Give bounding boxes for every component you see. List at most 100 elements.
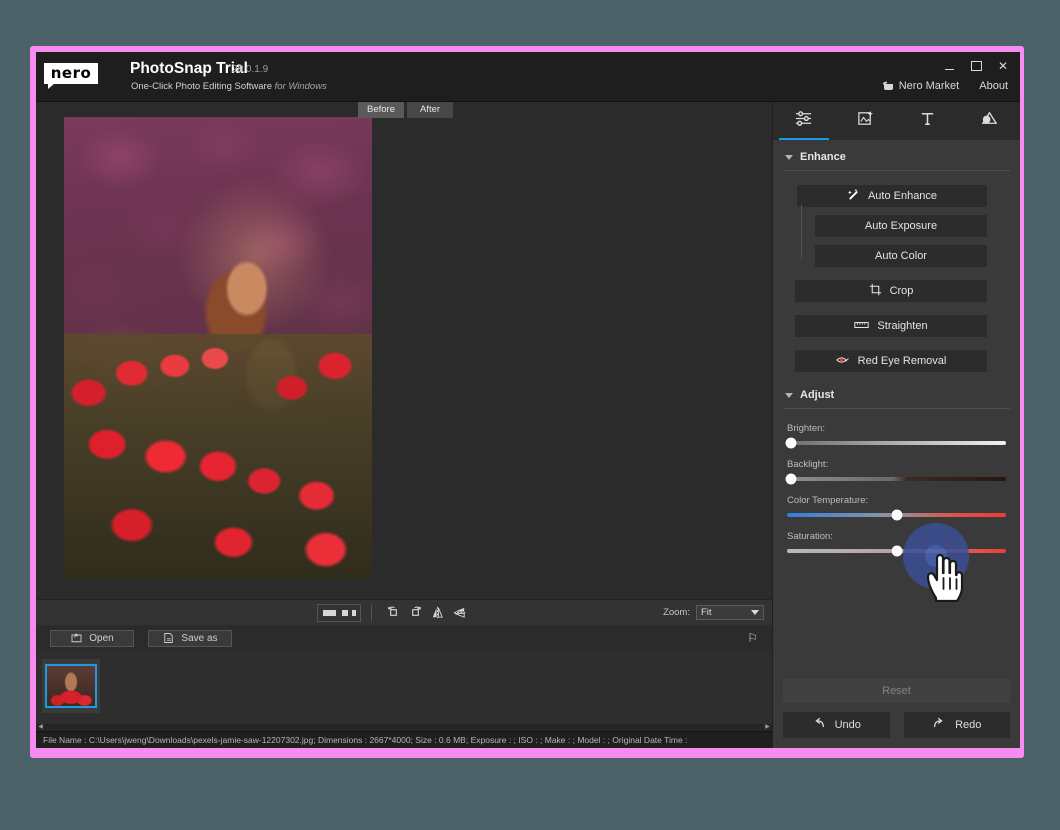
canvas-toolbar: Zoom: Fit [36,599,772,625]
photo-tulip-field [64,334,372,579]
rotate-left-icon[interactable] [382,603,404,623]
slider-brighten-label: Brighten: [787,423,826,434]
save-as-label: Save as [181,632,218,644]
auto-color-button[interactable]: Auto Color [815,245,987,267]
tab-after[interactable]: After [407,102,453,118]
dual-view-icon[interactable] [340,607,358,619]
reset-button[interactable]: Reset [783,679,1010,703]
auto-sub-group: Auto Exposure Auto Color [783,205,1010,267]
tools-panel: Enhance Auto Enhance Auto Exposure Auto … [772,102,1020,748]
slider-brighten: Brighten: [783,423,1010,449]
slider-brighten-thumb[interactable] [785,437,797,449]
close-icon[interactable]: ✕ [996,59,1010,73]
chevron-down-icon [751,610,759,615]
toolbar-divider [371,604,372,621]
flip-vertical-icon[interactable] [448,603,470,623]
section-adjust-header[interactable]: Adjust [783,389,1010,409]
red-eye-removal-button[interactable]: Red Eye Removal [795,350,987,372]
zoom-value: Fit [701,607,712,618]
slider-brighten-track[interactable] [785,437,1006,449]
app-subtitle: One-Click Photo Editing Software for Win… [131,81,327,92]
sliders-icon [794,109,813,133]
scroll-left-icon[interactable]: ◀ [36,724,45,731]
redo-label: Redo [955,719,982,731]
file-action-row: Open Save as ⚐ [36,625,772,651]
auto-color-label: Auto Color [875,250,927,262]
straighten-label: Straighten [877,320,928,332]
view-mode-group [317,603,361,622]
tab-mask[interactable] [958,102,1020,140]
undo-button[interactable]: Undo [783,712,890,738]
zoom-control: Zoom: Fit [663,605,764,620]
single-view-icon[interactable] [320,607,338,619]
cart-icon [883,82,894,91]
save-as-button[interactable]: Save as [148,629,232,647]
tab-text[interactable] [897,102,959,140]
photo-preview[interactable] [64,117,372,579]
crop-label: Crop [889,285,914,297]
maximize-icon[interactable] [969,59,983,73]
slider-saturation-track[interactable] [787,545,1006,557]
app-version: 26.0.1.9 [232,64,269,75]
title-bar: nero PhotoSnap Trial 26.0.1.9 One-Click … [36,52,1020,102]
before-after-tabs: Before After [358,102,453,118]
panel-tab-bar [773,102,1020,140]
slider-saturation: Saturation: [783,531,1010,557]
crop-button[interactable]: Crop [795,280,987,302]
filmstrip-item[interactable] [42,659,100,713]
image-sparkle-icon [856,109,875,133]
scroll-right-icon[interactable]: ▶ [763,724,772,731]
redo-button[interactable]: Redo [903,712,1010,738]
auto-exposure-label: Auto Exposure [864,220,938,232]
photo-image [64,117,372,579]
tab-adjustments[interactable] [773,102,835,140]
nero-market-link[interactable]: Nero Market [883,80,960,92]
straighten-button[interactable]: Straighten [795,315,987,337]
panel-content: Enhance Auto Enhance Auto Exposure Auto … [773,140,1020,679]
slider-color-temperature-track[interactable] [787,509,1006,521]
app-title: PhotoSnap Trial [130,60,248,77]
auto-enhance-button[interactable]: Auto Enhance [797,185,987,207]
filmstrip-scrollbar[interactable]: ◀ ▶ [36,724,772,731]
slider-backlight: Backlight: [783,459,1010,485]
undo-label: Undo [834,719,861,731]
pin-icon[interactable]: ⚐ [747,631,758,645]
section-enhance-header[interactable]: Enhance [783,151,1010,171]
rotate-right-icon[interactable] [404,603,426,623]
open-label: Open [89,632,114,644]
panel-footer: Reset Undo Redo [773,679,1020,748]
canvas-empty-region [406,102,772,599]
auto-enhance-label: Auto Enhance [867,190,938,202]
about-link[interactable]: About [979,80,1008,92]
chevron-down-icon [785,392,793,398]
filmstrip: ◀ ▶ [36,651,772,731]
auto-exposure-button[interactable]: Auto Exposure [815,215,987,237]
slider-color-temperature-thumb[interactable] [891,509,902,521]
red-eye-icon [835,354,850,369]
title-menu: Nero Market About [883,80,1008,92]
screen-root: nero PhotoSnap Trial 26.0.1.9 One-Click … [0,0,1060,830]
app-subtitle-platform: for Windows [274,81,327,92]
zoom-select[interactable]: Fit [696,605,764,620]
window-controls: ✕ [942,59,1010,73]
undo-arrow-icon [812,717,826,733]
nero-logo: nero [44,63,98,89]
text-icon [918,109,937,133]
nero-market-label: Nero Market [898,80,960,92]
magic-wand-icon [847,188,860,204]
flip-horizontal-icon[interactable] [426,603,448,623]
slider-saturation-thumb[interactable] [891,545,902,557]
minimize-icon[interactable] [942,59,956,73]
mask-shape-icon [980,109,999,133]
slider-backlight-thumb[interactable] [785,473,797,485]
tab-before[interactable]: Before [358,102,404,118]
window-body: Before After Zoom: Fit Open Save as ⚐ ◀ … [36,102,1020,748]
open-button[interactable]: Open [50,629,134,647]
slider-color-temperature-label: Color Temperature: [787,495,869,506]
slider-backlight-label: Backlight: [787,459,829,470]
tab-effects[interactable] [835,102,897,140]
slider-backlight-track[interactable] [785,473,1006,485]
photosnap-window: nero PhotoSnap Trial 26.0.1.9 One-Click … [36,52,1020,748]
status-bar: File Name : C:\Users\jweng\Downloads\pex… [36,731,772,748]
slider-color-temperature: Color Temperature: [783,495,1010,521]
